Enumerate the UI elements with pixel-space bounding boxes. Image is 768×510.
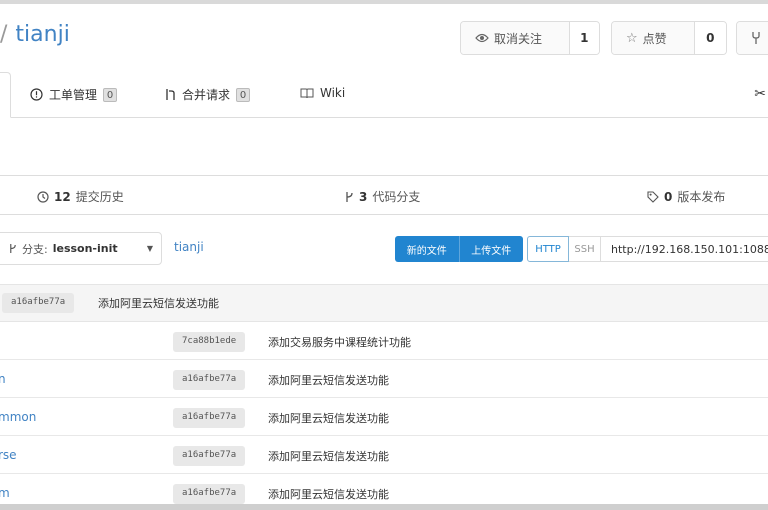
commit-message: 添加阿里云短信发送功能 <box>268 412 389 425</box>
path-separator: / <box>0 22 8 47</box>
issue-icon <box>30 88 43 101</box>
file-action-buttons: 新的文件 上传文件 <box>395 236 523 262</box>
commits-label: 提交历史 <box>75 190 124 204</box>
watch-label: 取消关注 <box>494 31 543 46</box>
branch-icon <box>346 191 353 202</box>
tab-issues[interactable]: 工单管理 0 <box>30 86 118 103</box>
commit-message: 添加阿里云短信发送功能 <box>268 488 389 501</box>
file-name-link[interactable]: m <box>0 486 10 500</box>
commits-count: 12 <box>54 189 71 204</box>
tab-wiki[interactable]: Wiki <box>300 86 345 100</box>
tab-pull-requests[interactable]: 合并请求 0 <box>165 86 251 103</box>
branches-label: 代码分支 <box>372 190 421 204</box>
repo-stats-bar: 12 提交历史 3 代码分支 0 版本发布 <box>0 175 768 215</box>
commit-sha-link[interactable]: 7ca88b1ede <box>173 332 246 352</box>
branch-prefix: 分支: <box>22 242 48 256</box>
commit-message: 添加阿里云短信发送功能 <box>98 297 219 310</box>
commits-stat[interactable]: 12 提交历史 <box>37 188 124 205</box>
branch-icon <box>10 244 16 253</box>
tab-pulls-label: 合并请求 <box>182 88 231 102</box>
chevron-down-icon: ▼ <box>146 244 153 253</box>
repo-tabs: 工单管理 0 合并请求 0 Wiki ✂ <box>0 72 768 118</box>
repo-name-link[interactable]: tianji <box>15 22 69 47</box>
releases-label: 版本发布 <box>677 190 726 204</box>
commit-message: 添加阿里云短信发送功能 <box>268 450 389 463</box>
eye-icon <box>475 33 489 43</box>
commit-sha-link[interactable]: a16afbe77a <box>173 484 246 504</box>
tab-wiki-label: Wiki <box>320 86 346 100</box>
table-row: rse a16afbe77a 添加阿里云短信发送功能 <box>0 436 768 474</box>
http-clone-button[interactable]: HTTP <box>527 236 569 262</box>
repository-page: / tianji 取消关注 1 ☆ 点赞 0 工单管理 0 合并请求 0 Wik… <box>0 4 768 504</box>
star-button-group: ☆ 点赞 0 <box>611 21 727 55</box>
fork-button-group <box>736 21 768 55</box>
commit-message: 添加阿里云短信发送功能 <box>268 374 389 387</box>
clone-url-input[interactable]: http://192.168.150.101:10880/tianji/tian… <box>601 236 768 262</box>
file-name-link[interactable]: mmon <box>0 410 36 424</box>
star-count[interactable]: 0 <box>694 22 726 54</box>
fork-icon <box>752 32 760 44</box>
tab-issues-badge: 0 <box>103 87 118 102</box>
tab-issues-label: 工单管理 <box>49 88 98 102</box>
branches-count: 3 <box>359 189 368 204</box>
settings-icon[interactable]: ✂ <box>754 86 766 102</box>
table-row: m a16afbe77a 添加阿里云短信发送功能 <box>0 474 768 504</box>
upload-file-button[interactable]: 上传文件 <box>458 236 524 262</box>
star-button[interactable]: ☆ 点赞 <box>612 22 695 54</box>
commit-sha-link[interactable]: a16afbe77a <box>2 293 75 313</box>
releases-stat[interactable]: 0 版本发布 <box>647 188 725 205</box>
watch-count[interactable]: 1 <box>569 22 599 54</box>
table-row: mmon a16afbe77a 添加阿里云短信发送功能 <box>0 398 768 436</box>
new-file-button[interactable]: 新的文件 <box>395 236 459 262</box>
table-row: n a16afbe77a 添加阿里云短信发送功能 <box>0 360 768 398</box>
pull-request-icon <box>166 89 175 100</box>
branches-stat[interactable]: 3 代码分支 <box>345 188 420 205</box>
file-list: 7ca88b1ede 添加交易服务中课程统计功能 n a16afbe77a 添加… <box>0 322 768 504</box>
star-label: 点赞 <box>642 31 667 46</box>
book-icon <box>300 88 314 98</box>
file-name-link[interactable]: n <box>0 372 6 386</box>
latest-commit-header: a16afbe77a 添加阿里云短信发送功能 <box>0 284 768 322</box>
branch-name: lesson-init <box>52 242 118 255</box>
star-icon: ☆ <box>626 30 638 46</box>
commit-sha-link[interactable]: a16afbe77a <box>173 370 246 390</box>
releases-count: 0 <box>664 189 673 204</box>
repo-title: / tianji <box>0 22 70 47</box>
unwatch-button[interactable]: 取消关注 <box>461 22 570 54</box>
window-bottom-edge <box>0 504 768 510</box>
fork-button[interactable] <box>737 22 768 54</box>
tag-icon <box>647 190 659 203</box>
ssh-clone-button[interactable]: SSH <box>569 236 601 262</box>
tab-pulls-badge: 0 <box>236 87 251 102</box>
table-row: 7ca88b1ede 添加交易服务中课程统计功能 <box>0 322 768 360</box>
file-name-link[interactable]: rse <box>0 448 17 462</box>
branch-dropdown[interactable]: 分支: lesson-init ▼ <box>0 232 162 265</box>
commit-sha-link[interactable]: a16afbe77a <box>173 446 246 466</box>
watch-button-group: 取消关注 1 <box>460 21 600 55</box>
commit-sha-link[interactable]: a16afbe77a <box>173 408 246 428</box>
history-icon <box>37 190 49 203</box>
tab-code[interactable] <box>0 72 11 118</box>
breadcrumb[interactable]: tianji <box>174 240 204 254</box>
commit-message: 添加交易服务中课程统计功能 <box>268 336 411 349</box>
